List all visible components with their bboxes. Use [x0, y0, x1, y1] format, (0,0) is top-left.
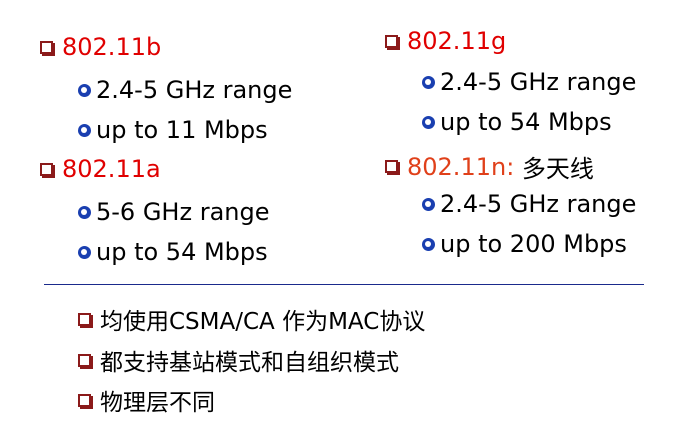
square-bullet-icon — [78, 312, 93, 328]
square-bullet-icon — [40, 162, 55, 178]
list-item: up to 200 Mbps — [422, 230, 627, 258]
list-item-text: 2.4-5 GHz range — [96, 76, 293, 104]
heading-802-11b: 802.11b — [40, 33, 161, 61]
list-item-text: 2.4-5 GHz range — [440, 190, 637, 218]
list-item: 2.4-5 GHz range — [422, 68, 636, 96]
heading-802-11n: 802.11n: 多天线 — [385, 149, 594, 184]
list-item-text: up to 200 Mbps — [440, 230, 627, 258]
heading-802-11a: 802.11a — [40, 155, 161, 183]
heading-suffix: 多天线 — [514, 155, 594, 183]
square-bullet-icon — [78, 393, 93, 409]
circle-bullet-icon — [422, 75, 435, 89]
list-item: 5-6 GHz range — [78, 198, 269, 226]
circle-bullet-icon — [78, 123, 91, 137]
list-item: 2.4-5 GHz range — [78, 76, 292, 104]
heading-label: 802.11b — [62, 33, 162, 61]
common-item: 物理层不同 — [78, 383, 215, 417]
square-bullet-icon — [40, 40, 55, 56]
common-item-text: 物理层不同 — [100, 390, 215, 416]
circle-bullet-icon — [422, 197, 435, 211]
list-item-text: up to 54 Mbps — [96, 238, 268, 266]
list-item: up to 54 Mbps — [78, 238, 268, 266]
list-item-text: up to 54 Mbps — [440, 108, 612, 136]
heading-label: 802.11a — [62, 155, 161, 183]
circle-bullet-icon — [78, 245, 91, 259]
list-item: up to 11 Mbps — [78, 116, 268, 144]
circle-bullet-icon — [422, 115, 435, 129]
common-item-text: 都支持基站模式和自组织模式 — [100, 350, 399, 376]
square-bullet-icon — [78, 353, 93, 369]
list-item-text: up to 11 Mbps — [96, 116, 268, 144]
divider — [44, 284, 644, 285]
circle-bullet-icon — [422, 237, 435, 251]
common-item-text: 均使用CSMA/CA 作为MAC协议 — [100, 309, 426, 335]
square-bullet-icon — [385, 34, 400, 50]
heading-label: 802.11g — [407, 27, 507, 55]
list-item: 2.4-5 GHz range — [422, 190, 636, 218]
heading-802-11g: 802.11g — [385, 27, 506, 55]
list-item: up to 54 Mbps — [422, 108, 612, 136]
circle-bullet-icon — [78, 205, 91, 219]
common-item: 均使用CSMA/CA 作为MAC协议 — [78, 302, 425, 336]
square-bullet-icon — [385, 160, 400, 175]
heading-label: 802.11n: — [407, 152, 515, 181]
list-item-text: 5-6 GHz range — [96, 198, 270, 226]
common-item: 都支持基站模式和自组织模式 — [78, 343, 399, 377]
circle-bullet-icon — [78, 83, 91, 97]
list-item-text: 2.4-5 GHz range — [440, 68, 637, 96]
